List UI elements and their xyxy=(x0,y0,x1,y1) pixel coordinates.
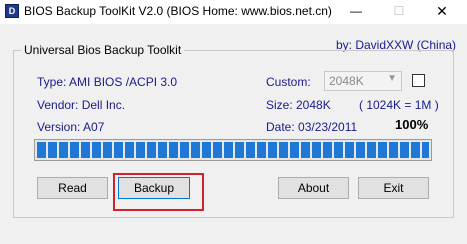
bios-size: Size: 2048K xyxy=(266,98,331,112)
read-button[interactable]: Read xyxy=(37,177,108,199)
progress-percent: 100% xyxy=(395,117,429,132)
custom-label: Custom: xyxy=(266,75,311,89)
about-button[interactable]: About xyxy=(278,177,349,199)
close-button[interactable]: ✕ xyxy=(425,0,459,24)
custom-size-select[interactable]: 2048K ▼ xyxy=(324,71,402,91)
title-bar: D BIOS Backup ToolKit V2.0 (BIOS Home: w… xyxy=(0,0,467,24)
bios-vendor: Vendor: Dell Inc. xyxy=(37,98,126,112)
bios-type: Type: AMI BIOS /ACPI 3.0 xyxy=(37,75,178,89)
minimize-button[interactable]: — xyxy=(339,0,373,24)
maximize-button: ☐ xyxy=(393,4,405,18)
window-title: BIOS Backup ToolKit V2.0 (BIOS Home: www… xyxy=(24,4,332,18)
bios-version: Version: A07 xyxy=(37,120,105,134)
size-note: ( 1024K = 1M ) xyxy=(359,98,439,112)
progress-fill xyxy=(37,142,429,158)
progress-bar xyxy=(34,139,432,161)
backup-highlight-box xyxy=(113,173,204,211)
chevron-down-icon: ▼ xyxy=(387,73,397,84)
app-icon: D xyxy=(5,4,19,18)
groupbox-title: Universal Bios Backup Toolkit xyxy=(21,43,185,57)
bios-date: Date: 03/23/2011 xyxy=(266,120,358,134)
exit-button[interactable]: Exit xyxy=(358,177,429,199)
custom-size-value: 2048K xyxy=(329,74,364,88)
custom-checkbox[interactable] xyxy=(412,74,425,87)
